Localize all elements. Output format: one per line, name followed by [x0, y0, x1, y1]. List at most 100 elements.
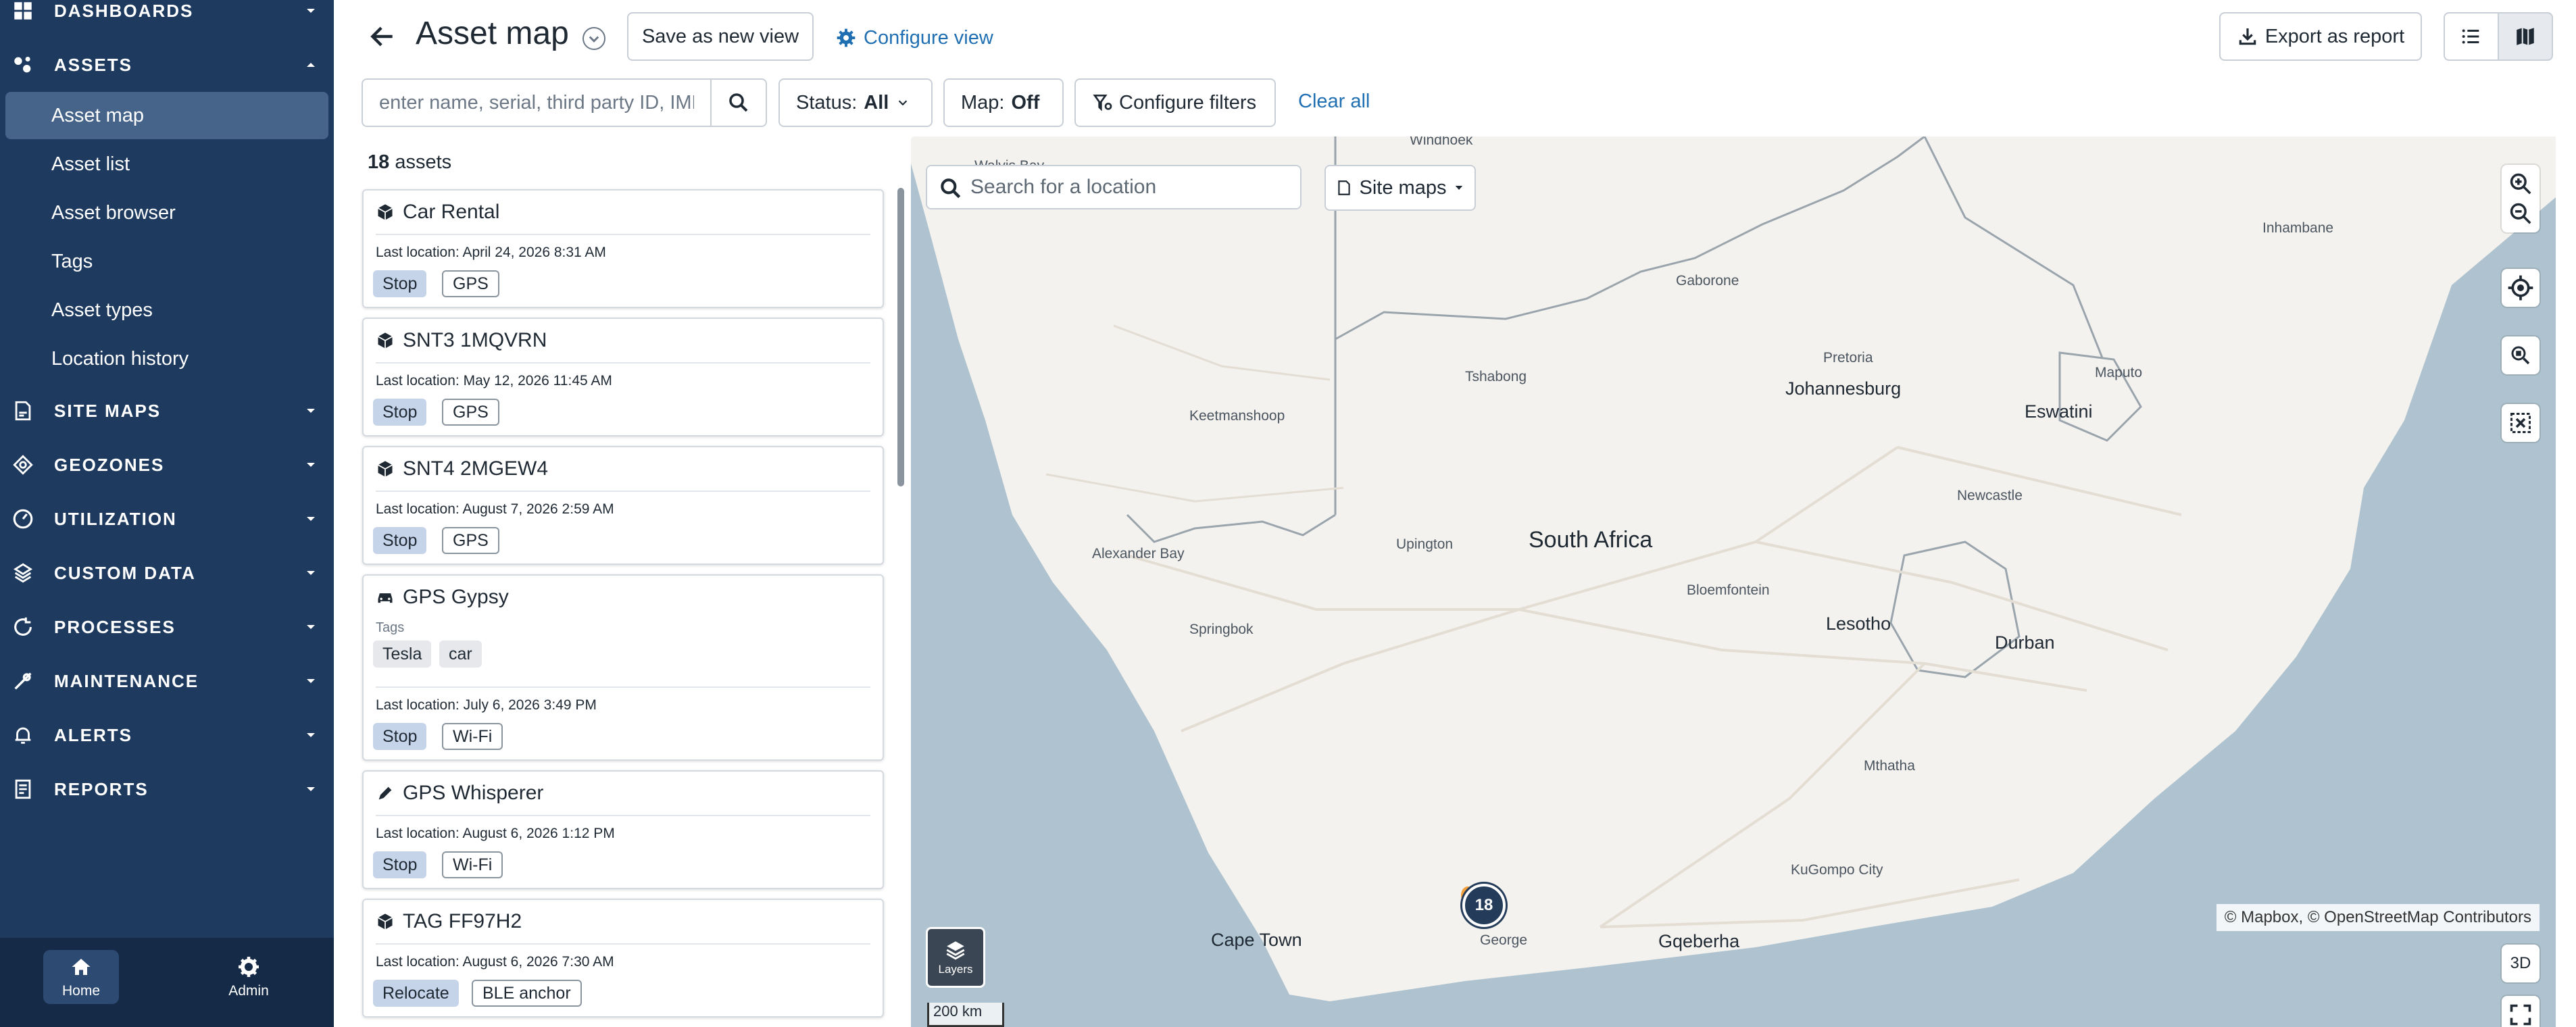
cube-icon — [378, 332, 393, 349]
chevron-down-icon — [307, 9, 315, 13]
sidebar-item-asset-map[interactable]: Asset map — [5, 92, 328, 139]
sidebar-item-tags[interactable]: Tags — [5, 238, 328, 285]
sidebar-section-utilization[interactable]: UTILIZATION — [0, 499, 334, 539]
fullscreen-button[interactable] — [2502, 996, 2540, 1027]
map-view-icon — [2517, 28, 2534, 45]
search-button[interactable] — [710, 78, 767, 127]
home-button[interactable]: Home — [43, 950, 119, 1004]
map-label: KuGompo City — [1791, 862, 1883, 878]
zoom-to-fit-button[interactable] — [2502, 336, 2540, 374]
sidebar: DASHBOARDS ASSETS Asset map Asset list A… — [0, 0, 334, 1027]
bell-icon — [9, 722, 36, 749]
asset-card[interactable]: SNT4 2MGEW4 Last location: August 7, 202… — [362, 446, 884, 565]
list-scrollbar[interactable] — [897, 188, 904, 486]
sidebar-section-dashboards[interactable]: DASHBOARDS — [0, 0, 334, 31]
view-dropdown-button[interactable] — [583, 27, 605, 50]
sidebar-section-custom-data[interactable]: CUSTOM DATA — [0, 553, 334, 593]
status-filter-label: Status: — [796, 91, 858, 114]
chevron-down-icon — [899, 100, 908, 106]
configure-filters-label: Configure filters — [1119, 91, 1257, 114]
sidebar-section-assets[interactable]: ASSETS — [0, 45, 334, 85]
sidebar-section-reports[interactable]: REPORTS — [0, 769, 334, 809]
asset-count: 18 assets — [368, 151, 451, 174]
zoom-in-icon[interactable] — [2508, 171, 2533, 197]
admin-button[interactable]: Admin — [211, 950, 287, 1004]
report-icon — [9, 776, 36, 803]
map-label: Alexander Bay — [1092, 546, 1185, 561]
map-canvas[interactable]: Windhoek Walvis Bay Gaborone Inhambane T… — [911, 136, 2556, 1027]
export-as-report-button[interactable]: Export as report — [2219, 12, 2422, 61]
map-search-input[interactable] — [927, 166, 1300, 208]
configure-filters-button[interactable]: Configure filters — [1074, 78, 1276, 127]
admin-label: Admin — [228, 983, 269, 999]
assets-icon — [9, 51, 36, 78]
3d-toggle-button[interactable]: 3D — [2502, 945, 2540, 982]
map-filter-toggle[interactable]: Map: Off — [943, 78, 1064, 127]
gear-icon — [239, 957, 259, 977]
asset-search-field[interactable] — [362, 78, 712, 127]
save-as-new-view-button[interactable]: Save as new view — [627, 12, 814, 61]
map-view-button[interactable] — [2498, 12, 2553, 61]
caret-down-icon — [1456, 186, 1463, 190]
sidebar-item-asset-list[interactable]: Asset list — [5, 141, 328, 188]
sidebar-item-asset-types[interactable]: Asset types — [5, 286, 328, 334]
sidebar-section-label: UTILIZATION — [54, 508, 177, 529]
pen-icon — [378, 786, 392, 800]
zoom-out-icon[interactable] — [2508, 201, 2533, 226]
asset-name: GPS Gypsy — [403, 586, 509, 608]
sidebar-section-label: ASSETS — [54, 54, 133, 75]
locate-me-button[interactable] — [2502, 269, 2540, 307]
back-arrow-icon[interactable] — [368, 22, 397, 51]
sidebar-section-maintenance[interactable]: MAINTENANCE — [0, 661, 334, 701]
asset-card[interactable]: GPS Whisperer Last location: August 6, 2… — [362, 770, 884, 889]
map-filter-label: Map: — [961, 91, 1005, 114]
sidebar-item-location-history[interactable]: Location history — [5, 335, 328, 382]
clear-all-link[interactable]: Clear all — [1298, 91, 1370, 113]
map-label: Eswatini — [2025, 401, 2093, 422]
source-badge: GPS — [442, 527, 499, 554]
list-view-button[interactable] — [2444, 12, 2499, 61]
car-icon — [378, 593, 393, 603]
clear-selection-button[interactable] — [2502, 404, 2540, 442]
bottom-nav: Home Admin — [0, 938, 334, 1027]
last-location: Last location: August 7, 2026 2:59 AM — [376, 501, 614, 517]
status-badge: Relocate — [373, 980, 459, 1007]
sidebar-section-processes[interactable]: PROCESSES — [0, 607, 334, 647]
map-label: Pretoria — [1823, 350, 1873, 366]
configure-view-link[interactable]: Configure view — [835, 24, 993, 51]
map-location-search[interactable] — [926, 165, 1302, 209]
sidebar-section-label: REPORTS — [54, 778, 149, 799]
map-label: Newcastle — [1957, 488, 2023, 503]
asset-card[interactable]: Car Rental Last location: April 24, 2026… — [362, 189, 884, 308]
list-view-icon — [2462, 29, 2479, 44]
home-icon — [72, 959, 91, 975]
source-badge: Wi-Fi — [442, 723, 503, 750]
zoom-extent-icon — [2511, 346, 2530, 365]
cube-icon — [378, 461, 393, 477]
status-filter-dropdown[interactable]: Status: All — [778, 78, 933, 127]
site-maps-dropdown[interactable]: Site maps — [1324, 165, 1476, 211]
chevron-down-icon — [307, 625, 315, 629]
sidebar-item-asset-browser[interactable]: Asset browser — [5, 189, 328, 236]
layers-button[interactable]: Layers — [926, 927, 985, 988]
layers-icon — [946, 941, 965, 960]
status-badge: Stop — [373, 270, 427, 297]
sidebar-section-geozones[interactable]: GEOZONES — [0, 445, 334, 485]
asset-card[interactable]: GPS Gypsy Tags Tesla car Last location: … — [362, 574, 884, 761]
asset-name: GPS Whisperer — [403, 782, 544, 804]
sidebar-section-site-maps[interactable]: SITE MAPS — [0, 391, 334, 431]
processes-icon — [9, 613, 36, 641]
sidebar-section-alerts[interactable]: ALERTS — [0, 715, 334, 755]
tag-chip: car — [439, 641, 482, 668]
asset-name: Car Rental — [403, 201, 500, 223]
download-icon — [2239, 28, 2256, 45]
map-attribution[interactable]: © Mapbox, © OpenStreetMap Contributors — [2216, 904, 2540, 931]
site-maps-icon — [9, 397, 36, 424]
utilization-icon — [9, 505, 36, 532]
asset-search-input[interactable] — [363, 80, 710, 126]
configure-view-label: Configure view — [864, 26, 993, 49]
asset-card[interactable]: TAG FF97H2 Last location: August 6, 2026… — [362, 899, 884, 1018]
asset-card[interactable]: SNT3 1MQVRN Last location: May 12, 2026 … — [362, 318, 884, 436]
asset-cluster-marker[interactable]: 18 — [1462, 884, 1506, 927]
tags-label: Tags — [376, 620, 405, 635]
